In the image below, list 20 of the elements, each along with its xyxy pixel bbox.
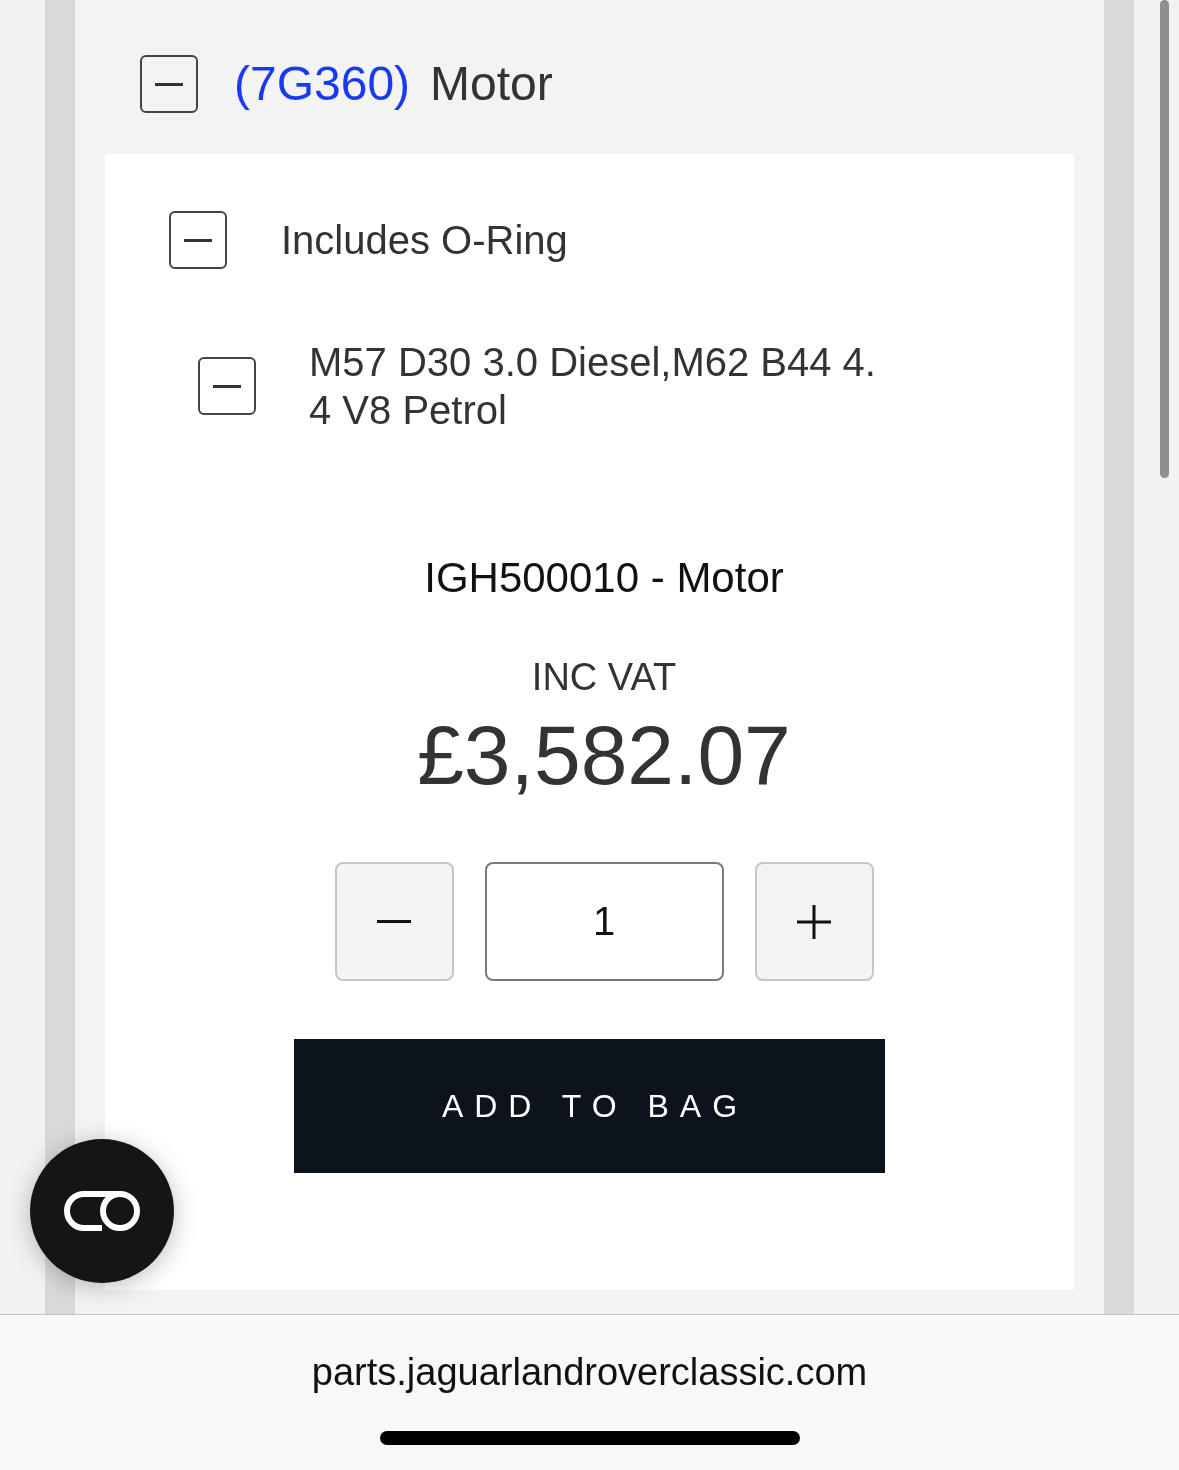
url-text[interactable]: parts.jaguarlandroverclassic.com: [311, 1349, 868, 1395]
add-to-bag-button[interactable]: ADD TO BAG: [294, 1039, 885, 1173]
collapse-toggle[interactable]: [140, 55, 198, 113]
tree-item-label: M57 D30 3.0 Diesel,M62 B44 4.4 V8 Petrol: [309, 339, 877, 434]
tree-item-label: Motor: [430, 56, 553, 112]
collapse-toggle[interactable]: [169, 211, 227, 269]
minus-icon: [155, 82, 183, 86]
toggle-icon: [64, 1191, 140, 1231]
plus-icon: [797, 904, 831, 939]
price: £3,582.07: [417, 715, 791, 795]
quantity-field[interactable]: 1: [484, 862, 724, 981]
collapse-toggle[interactable]: [198, 357, 256, 415]
scrollbar[interactable]: [1160, 0, 1169, 478]
price-label: INC VAT: [531, 655, 677, 700]
minus-icon: [184, 238, 212, 242]
part-code-link[interactable]: (7G360): [234, 55, 411, 113]
tree-item-label: Includes O-Ring: [281, 217, 568, 264]
product-title: IGH500010 - Motor: [424, 554, 784, 602]
minus-icon: [213, 384, 241, 388]
minus-icon: [377, 920, 411, 923]
